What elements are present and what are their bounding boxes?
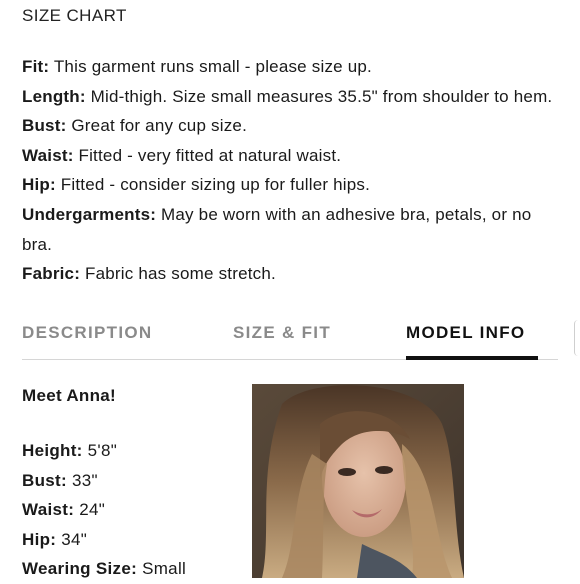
model-height-value: 5'8" bbox=[82, 441, 118, 460]
size-chart-link[interactable]: SIZE CHART bbox=[22, 6, 127, 26]
model-bust-row: Bust: 33" bbox=[22, 466, 186, 496]
fit-row: Fit: This garment runs small - please si… bbox=[22, 52, 562, 82]
hip-text: Fitted - consider sizing up for fuller h… bbox=[55, 175, 371, 195]
bust-label: Bust: bbox=[22, 116, 67, 136]
hip-row: Hip: Fitted - consider sizing up for ful… bbox=[22, 170, 562, 200]
tab-size-fit[interactable]: SIZE & FIT bbox=[233, 323, 331, 343]
fit-label: Fit: bbox=[22, 57, 50, 76]
undergarments-row: Undergarments: May be worn with an adhes… bbox=[22, 200, 562, 259]
length-text: Mid-thigh. Size small measures 35.5" fro… bbox=[85, 86, 553, 106]
model-wearing-size-row: Wearing Size: Small bbox=[22, 554, 186, 584]
fabric-label: Fabric: bbox=[22, 264, 81, 284]
model-wearing-size-label: Wearing Size: bbox=[22, 559, 138, 579]
model-waist-row: Waist: 24" bbox=[22, 495, 186, 525]
model-heading: Meet Anna! bbox=[22, 386, 116, 405]
model-info-panel: Meet Anna! Height: 5'8" Bust: 33" Waist:… bbox=[22, 385, 186, 584]
fit-text: This garment runs small - please size up… bbox=[49, 57, 372, 76]
waist-text: Fitted - very fitted at natural waist. bbox=[73, 145, 342, 165]
model-waist-label: Waist: bbox=[22, 500, 75, 520]
active-tab-indicator bbox=[406, 356, 538, 360]
waist-label: Waist: bbox=[22, 145, 74, 165]
bust-row: Bust: Great for any cup size. bbox=[22, 111, 562, 141]
bust-text: Great for any cup size. bbox=[66, 116, 247, 136]
waist-row: Waist: Fitted - very fitted at natural w… bbox=[22, 141, 562, 171]
model-hip-value: 34" bbox=[56, 529, 88, 549]
size-fit-details: Fit: This garment runs small - please si… bbox=[22, 52, 562, 289]
product-tabs: DESCRIPTION SIZE & FIT MODEL INFO bbox=[22, 323, 562, 347]
model-bust-label: Bust: bbox=[22, 470, 67, 490]
fabric-row: Fabric: Fabric has some stretch. bbox=[22, 259, 562, 289]
fabric-text: Fabric has some stretch. bbox=[80, 264, 276, 284]
model-wearing-size-value: Small bbox=[137, 559, 187, 579]
length-label: Length: bbox=[22, 86, 86, 106]
tab-model-info[interactable]: MODEL INFO bbox=[406, 323, 525, 343]
model-photo bbox=[252, 384, 464, 578]
model-height-row: Height: 5'8" bbox=[22, 436, 186, 466]
model-height-label: Height: bbox=[22, 441, 83, 460]
undergarments-label: Undergarments: bbox=[22, 204, 157, 224]
model-hip-row: Hip: 34" bbox=[22, 525, 186, 555]
tab-description[interactable]: DESCRIPTION bbox=[22, 323, 152, 343]
model-bust-value: 33" bbox=[66, 470, 98, 490]
hip-label: Hip: bbox=[22, 175, 56, 195]
model-waist-value: 24" bbox=[74, 500, 106, 520]
model-hip-label: Hip: bbox=[22, 529, 57, 549]
length-row: Length: Mid-thigh. Size small measures 3… bbox=[22, 82, 562, 112]
scroll-indicator[interactable] bbox=[574, 320, 580, 356]
